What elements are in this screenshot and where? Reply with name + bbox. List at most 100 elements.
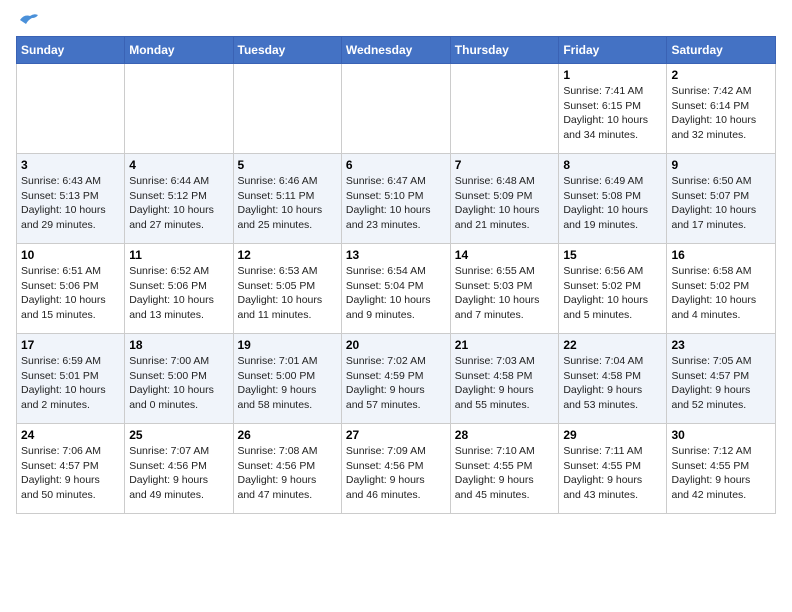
day-info: Sunrise: 7:02 AM Sunset: 4:59 PM Dayligh…: [346, 354, 446, 413]
day-of-week-header: Thursday: [450, 37, 559, 64]
day-number: 20: [346, 338, 446, 352]
day-number: 30: [671, 428, 771, 442]
calendar-cell: 8 Sunrise: 6:49 AM Sunset: 5:08 PM Daylig…: [559, 154, 667, 244]
day-of-week-header: Monday: [125, 37, 233, 64]
calendar-cell: 19Sunrise: 7:01 AM Sunset: 5:00 PM Dayli…: [233, 334, 341, 424]
calendar-cell: 10Sunrise: 6:51 AM Sunset: 5:06 PM Dayli…: [17, 244, 125, 334]
day-info: Sunrise: 7:41 AM Sunset: 6:15 PM Dayligh…: [563, 84, 662, 143]
calendar-cell: [450, 64, 559, 154]
calendar-week-row: 3 Sunrise: 6:43 AM Sunset: 5:13 PM Daylig…: [17, 154, 776, 244]
day-number: 26: [238, 428, 337, 442]
calendar-week-row: 1 Sunrise: 7:41 AM Sunset: 6:15 PM Daylig…: [17, 64, 776, 154]
day-number: 5: [238, 158, 337, 172]
day-info: Sunrise: 6:53 AM Sunset: 5:05 PM Dayligh…: [238, 264, 337, 323]
calendar-cell: 11 Sunrise: 6:52 AM Sunset: 5:06 PM Dayli…: [125, 244, 233, 334]
calendar-cell: 9 Sunrise: 6:50 AM Sunset: 5:07 PM Daylig…: [667, 154, 776, 244]
day-number: 17: [21, 338, 120, 352]
day-number: 13: [346, 248, 446, 262]
day-number: 7: [455, 158, 555, 172]
day-info: Sunrise: 7:00 AM Sunset: 5:00 PM Dayligh…: [129, 354, 228, 413]
calendar-cell: 17 Sunrise: 6:59 AM Sunset: 5:01 PM Dayli…: [17, 334, 125, 424]
day-number: 28: [455, 428, 555, 442]
day-info: Sunrise: 6:58 AM Sunset: 5:02 PM Dayligh…: [671, 264, 771, 323]
day-info: Sunrise: 7:05 AM Sunset: 4:57 PM Dayligh…: [671, 354, 771, 413]
calendar-cell: 30 Sunrise: 7:12 AM Sunset: 4:55 PM Dayli…: [667, 424, 776, 514]
calendar-cell: 15 Sunrise: 6:56 AM Sunset: 5:02 PM Dayli…: [559, 244, 667, 334]
day-number: 21: [455, 338, 555, 352]
calendar-cell: 3 Sunrise: 6:43 AM Sunset: 5:13 PM Daylig…: [17, 154, 125, 244]
day-number: 3: [21, 158, 120, 172]
calendar-cell: 23 Sunrise: 7:05 AM Sunset: 4:57 PM Dayli…: [667, 334, 776, 424]
day-number: 4: [129, 158, 228, 172]
day-info: Sunrise: 7:10 AM Sunset: 4:55 PM Dayligh…: [455, 444, 555, 503]
day-number: 24: [21, 428, 120, 442]
day-info: Sunrise: 6:59 AM Sunset: 5:01 PM Dayligh…: [21, 354, 120, 413]
calendar-week-row: 17 Sunrise: 6:59 AM Sunset: 5:01 PM Dayli…: [17, 334, 776, 424]
calendar-cell: 27Sunrise: 7:09 AM Sunset: 4:56 PM Dayli…: [341, 424, 450, 514]
day-info: Sunrise: 6:44 AM Sunset: 5:12 PM Dayligh…: [129, 174, 228, 233]
day-of-week-header: Tuesday: [233, 37, 341, 64]
calendar-cell: [341, 64, 450, 154]
day-info: Sunrise: 7:12 AM Sunset: 4:55 PM Dayligh…: [671, 444, 771, 503]
calendar-week-row: 10Sunrise: 6:51 AM Sunset: 5:06 PM Dayli…: [17, 244, 776, 334]
day-info: Sunrise: 6:48 AM Sunset: 5:09 PM Dayligh…: [455, 174, 555, 233]
day-info: Sunrise: 7:42 AM Sunset: 6:14 PM Dayligh…: [671, 84, 771, 143]
calendar-cell: [125, 64, 233, 154]
calendar-cell: 1 Sunrise: 7:41 AM Sunset: 6:15 PM Daylig…: [559, 64, 667, 154]
calendar-cell: 24 Sunrise: 7:06 AM Sunset: 4:57 PM Dayli…: [17, 424, 125, 514]
day-of-week-header: Friday: [559, 37, 667, 64]
calendar-cell: 12 Sunrise: 6:53 AM Sunset: 5:05 PM Dayli…: [233, 244, 341, 334]
calendar-cell: 5 Sunrise: 6:46 AM Sunset: 5:11 PM Daylig…: [233, 154, 341, 244]
day-info: Sunrise: 6:52 AM Sunset: 5:06 PM Dayligh…: [129, 264, 228, 323]
day-number: 14: [455, 248, 555, 262]
calendar-week-row: 24 Sunrise: 7:06 AM Sunset: 4:57 PM Dayli…: [17, 424, 776, 514]
day-of-week-header: Wednesday: [341, 37, 450, 64]
day-number: 1: [563, 68, 662, 82]
calendar-cell: 18 Sunrise: 7:00 AM Sunset: 5:00 PM Dayli…: [125, 334, 233, 424]
day-number: 22: [563, 338, 662, 352]
day-number: 2: [671, 68, 771, 82]
day-number: 25: [129, 428, 228, 442]
day-number: 15: [563, 248, 662, 262]
calendar-cell: 22 Sunrise: 7:04 AM Sunset: 4:58 PM Dayli…: [559, 334, 667, 424]
day-of-week-header: Sunday: [17, 37, 125, 64]
calendar-cell: 29 Sunrise: 7:11 AM Sunset: 4:55 PM Dayli…: [559, 424, 667, 514]
calendar-cell: 25Sunrise: 7:07 AM Sunset: 4:56 PM Dayli…: [125, 424, 233, 514]
calendar-cell: 21 Sunrise: 7:03 AM Sunset: 4:58 PM Dayli…: [450, 334, 559, 424]
day-info: Sunrise: 6:51 AM Sunset: 5:06 PM Dayligh…: [21, 264, 120, 323]
calendar-cell: 16 Sunrise: 6:58 AM Sunset: 5:02 PM Dayli…: [667, 244, 776, 334]
day-number: 18: [129, 338, 228, 352]
calendar-cell: 2 Sunrise: 7:42 AM Sunset: 6:14 PM Daylig…: [667, 64, 776, 154]
day-number: 9: [671, 158, 771, 172]
day-number: 8: [563, 158, 662, 172]
day-info: Sunrise: 7:08 AM Sunset: 4:56 PM Dayligh…: [238, 444, 337, 503]
calendar-cell: 13 Sunrise: 6:54 AM Sunset: 5:04 PM Dayli…: [341, 244, 450, 334]
day-number: 19: [238, 338, 337, 352]
day-info: Sunrise: 7:09 AM Sunset: 4:56 PM Dayligh…: [346, 444, 446, 503]
day-info: Sunrise: 7:04 AM Sunset: 4:58 PM Dayligh…: [563, 354, 662, 413]
day-number: 12: [238, 248, 337, 262]
calendar-header-row: SundayMondayTuesdayWednesdayThursdayFrid…: [17, 37, 776, 64]
day-info: Sunrise: 7:06 AM Sunset: 4:57 PM Dayligh…: [21, 444, 120, 503]
day-number: 16: [671, 248, 771, 262]
day-info: Sunrise: 6:56 AM Sunset: 5:02 PM Dayligh…: [563, 264, 662, 323]
day-number: 23: [671, 338, 771, 352]
day-info: Sunrise: 7:03 AM Sunset: 4:58 PM Dayligh…: [455, 354, 555, 413]
day-number: 11: [129, 248, 228, 262]
calendar-cell: 20 Sunrise: 7:02 AM Sunset: 4:59 PM Dayli…: [341, 334, 450, 424]
day-info: Sunrise: 6:55 AM Sunset: 5:03 PM Dayligh…: [455, 264, 555, 323]
calendar-cell: [233, 64, 341, 154]
day-info: Sunrise: 7:11 AM Sunset: 4:55 PM Dayligh…: [563, 444, 662, 503]
day-number: 29: [563, 428, 662, 442]
day-info: Sunrise: 6:50 AM Sunset: 5:07 PM Dayligh…: [671, 174, 771, 233]
day-number: 6: [346, 158, 446, 172]
page-header: [16, 16, 776, 28]
day-info: Sunrise: 6:54 AM Sunset: 5:04 PM Dayligh…: [346, 264, 446, 323]
day-info: Sunrise: 6:46 AM Sunset: 5:11 PM Dayligh…: [238, 174, 337, 233]
day-info: Sunrise: 6:49 AM Sunset: 5:08 PM Dayligh…: [563, 174, 662, 233]
calendar-cell: 4 Sunrise: 6:44 AM Sunset: 5:12 PM Daylig…: [125, 154, 233, 244]
calendar-cell: 7 Sunrise: 6:48 AM Sunset: 5:09 PM Daylig…: [450, 154, 559, 244]
day-info: Sunrise: 6:43 AM Sunset: 5:13 PM Dayligh…: [21, 174, 120, 233]
calendar-cell: [17, 64, 125, 154]
calendar-table: SundayMondayTuesdayWednesdayThursdayFrid…: [16, 36, 776, 514]
